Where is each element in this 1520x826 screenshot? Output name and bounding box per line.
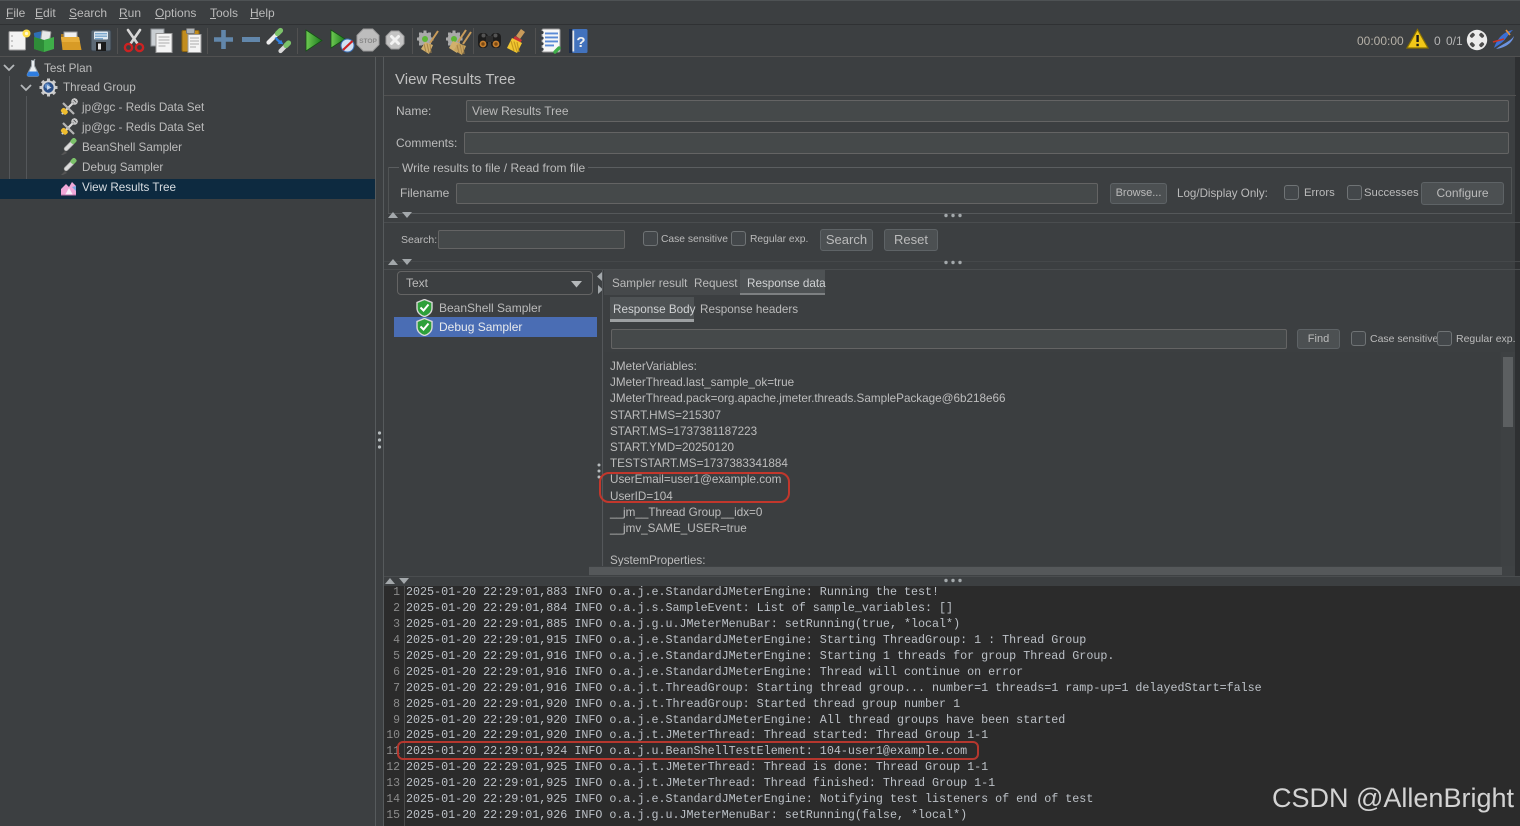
svg-text:STOP: STOP bbox=[359, 38, 377, 45]
svg-text:?: ? bbox=[576, 34, 585, 51]
